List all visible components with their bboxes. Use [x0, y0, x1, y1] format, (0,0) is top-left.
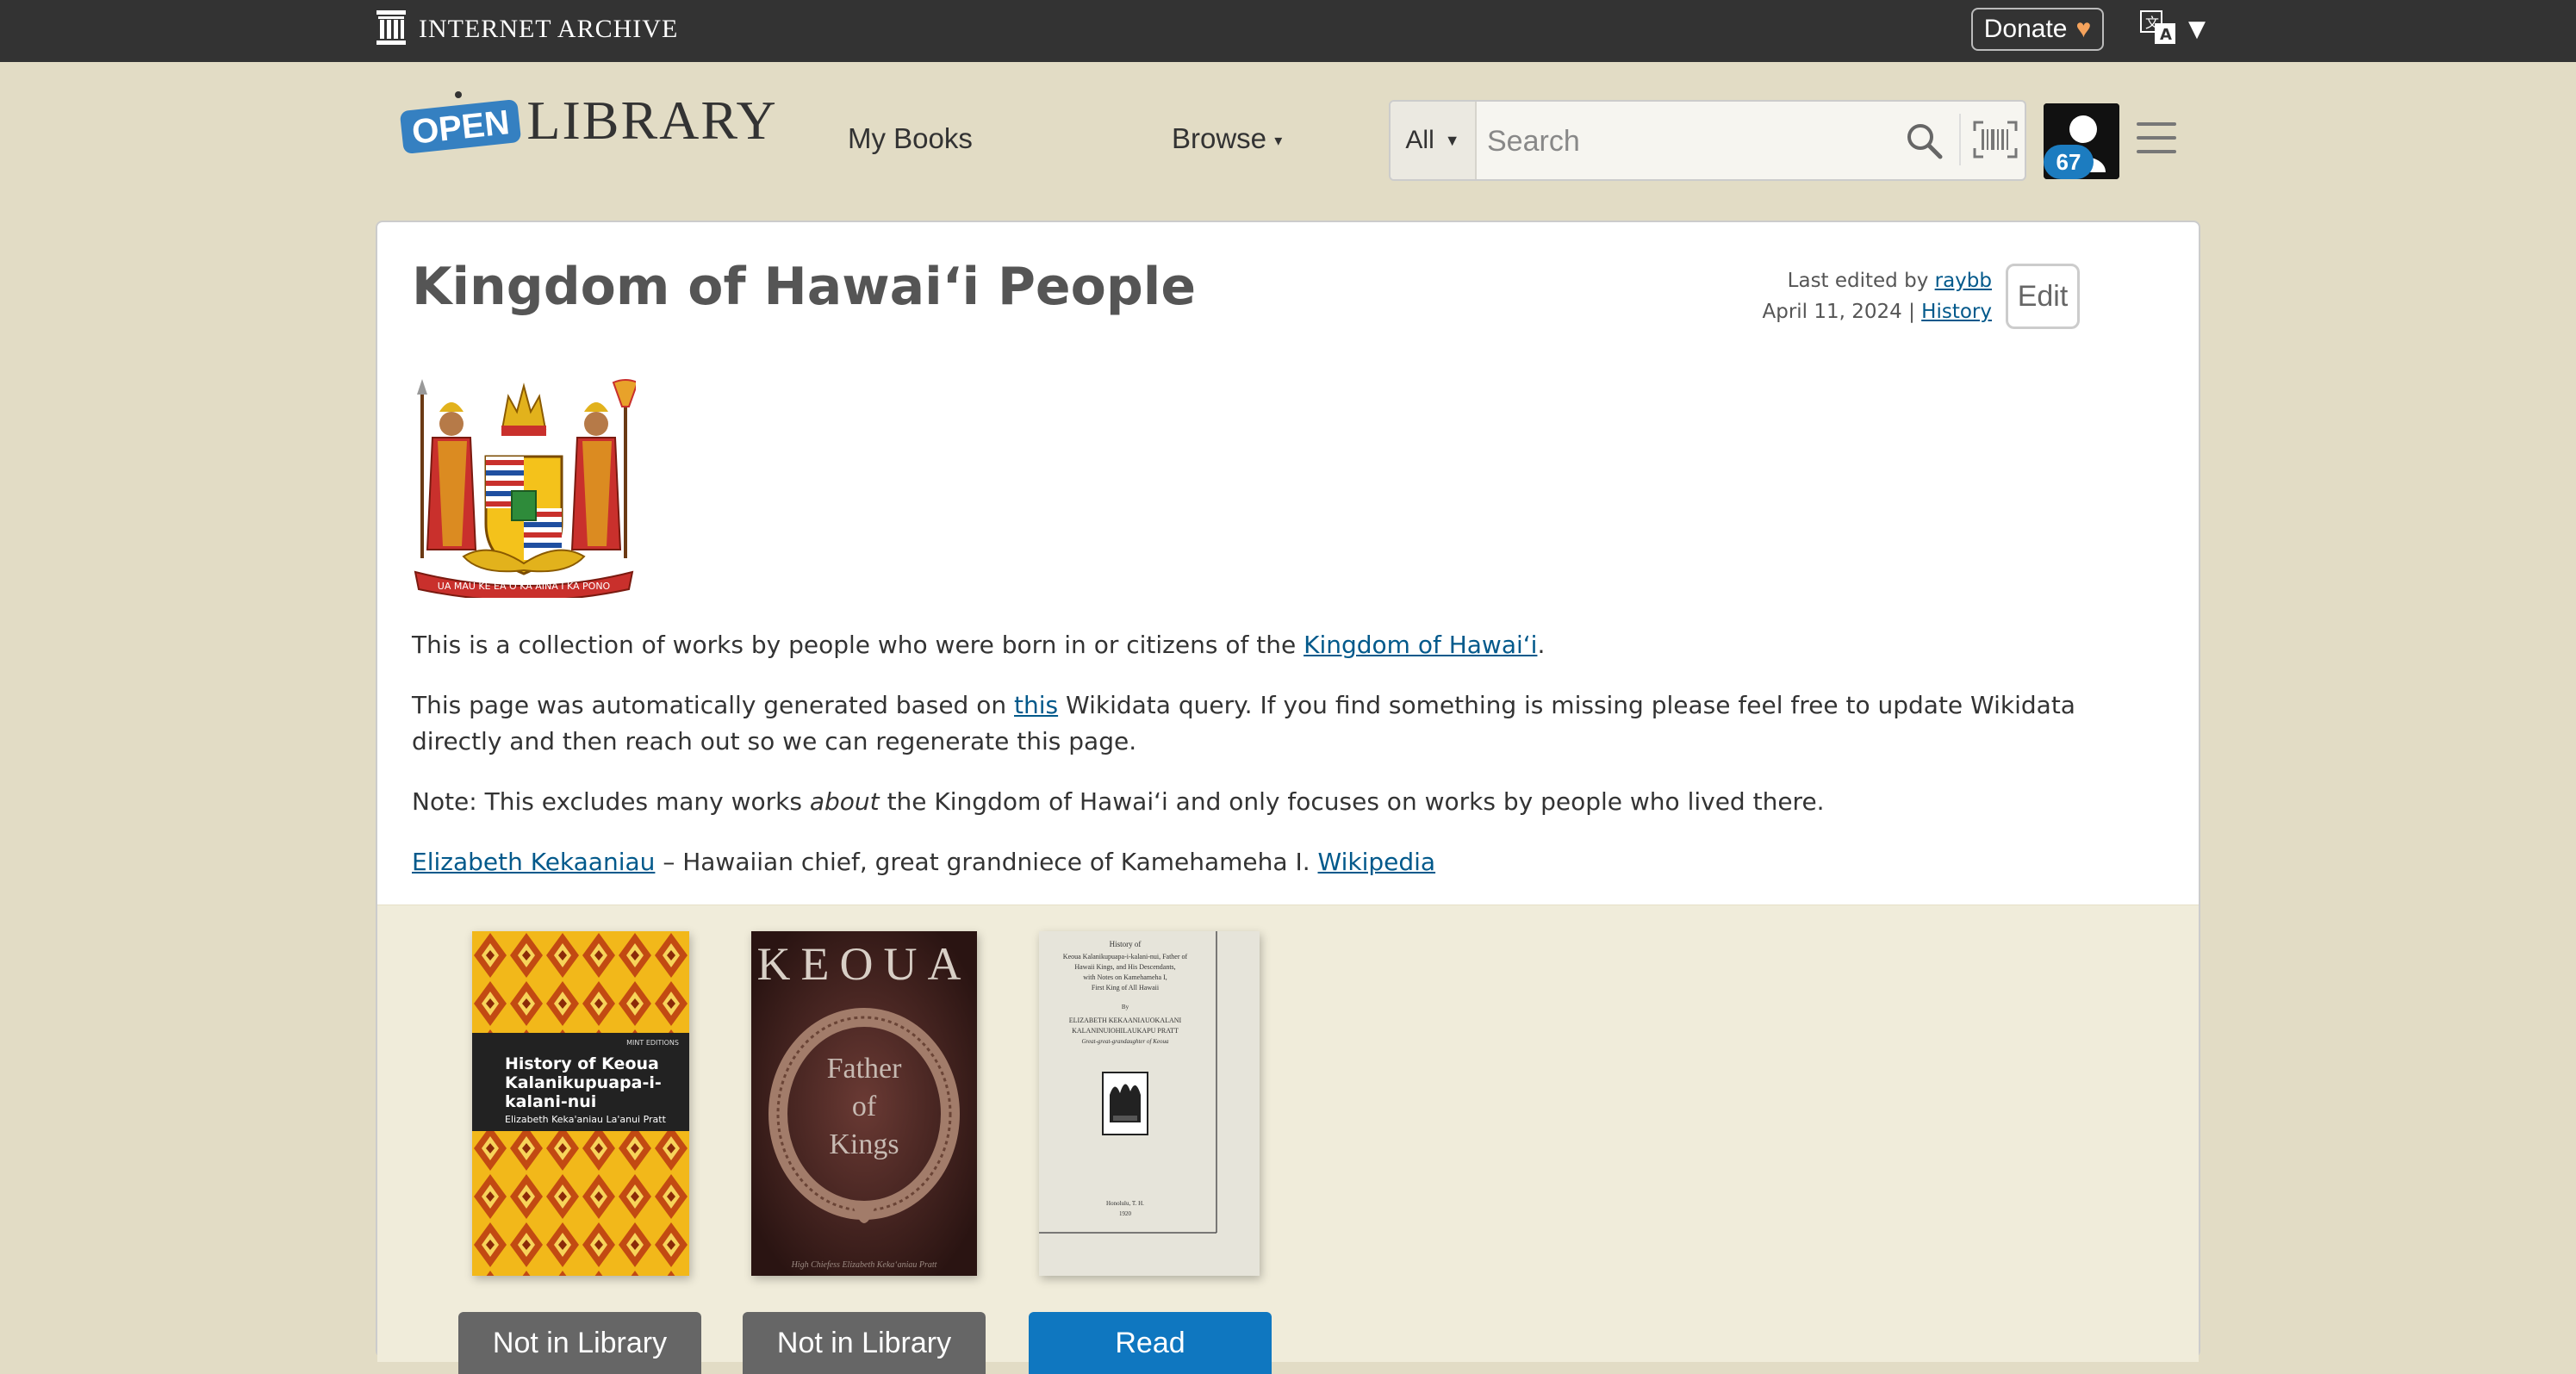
- caret-down-icon: ▾: [1274, 131, 1283, 149]
- last-edited-user-link[interactable]: raybb: [1935, 270, 1992, 292]
- intro-paragraph: This is a collection of works by people …: [412, 627, 2169, 663]
- cover-line1: History of: [1110, 940, 1142, 948]
- cover-line5: First King of All Hawaii: [1092, 984, 1160, 992]
- last-edited-date: April 11, 2024: [1762, 301, 1902, 323]
- internet-archive-label: INTERNET ARCHIVE: [419, 15, 679, 43]
- cover-by: By: [1122, 1004, 1129, 1010]
- book-cover[interactable]: KEOUA Father of Kings High Chiefess Eliz…: [751, 931, 977, 1276]
- note-suffix: the Kingdom of Hawaiʻi and only focuses …: [887, 787, 1825, 816]
- barcode-scanner-icon[interactable]: [1959, 114, 2018, 165]
- language-selector[interactable]: 文 A ▼: [2140, 10, 2206, 48]
- nav-browse-label: Browse: [1172, 122, 1267, 154]
- search-facet-select[interactable]: All ▼: [1391, 102, 1477, 179]
- person-description: – Hawaiian chief, great grandniece of Ka…: [663, 848, 1310, 876]
- archive-temple-icon: [376, 10, 407, 48]
- cover-line3: Hawaii Kings, and His Descendants,: [1074, 963, 1175, 971]
- last-edited-prefix: Last edited by: [1787, 270, 1929, 292]
- note-paragraph: Note: This excludes many works about the…: [412, 784, 2169, 820]
- intro-text: This is a collection of works by people …: [412, 631, 1297, 659]
- edit-metadata: Last edited by raybb April 11, 2024 | Hi…: [1762, 265, 1992, 327]
- nav-my-books[interactable]: My Books: [848, 122, 973, 155]
- cover-line2: of: [852, 1091, 877, 1122]
- cover-header: KEOUA: [757, 938, 972, 990]
- book-card[interactable]: KEOUA Father of Kings High Chiefess Eliz…: [743, 931, 986, 1374]
- open-library-logo[interactable]: OPEN LIBRARY: [399, 90, 778, 155]
- caret-down-icon: ▼: [1444, 131, 1460, 149]
- search-bar: All ▼: [1389, 100, 2026, 181]
- internet-archive-logo[interactable]: INTERNET ARCHIVE: [376, 10, 678, 48]
- history-link[interactable]: History: [1921, 301, 1992, 323]
- svg-text:History of Keoua: History of Keoua: [505, 1054, 659, 1073]
- kingdom-of-hawaii-link[interactable]: Kingdom of Hawaiʻi: [1304, 631, 1537, 659]
- search-icon[interactable]: [1906, 122, 1944, 164]
- cover-relation: Great-great-grandaughter of Keoua: [1082, 1038, 1169, 1045]
- book-card[interactable]: History of Keoua Kalanikupuapa-i-kalani-…: [1029, 931, 1272, 1374]
- edit-button[interactable]: Edit: [2006, 264, 2080, 329]
- donate-label: Donate: [1983, 15, 2068, 43]
- cover-line4: with Notes on Kamehameha I,: [1083, 973, 1167, 981]
- cover-author1: ELIZABETH KEKAANIAUOKALANI: [1069, 1017, 1182, 1024]
- internet-archive-bar: INTERNET ARCHIVE Donate ♥ 文 A ▼: [0, 0, 2576, 62]
- cover-place: Honolulu, T. H.: [1106, 1200, 1144, 1207]
- cover-year: 1920: [1119, 1210, 1132, 1217]
- logo-library: LIBRARY: [526, 90, 778, 151]
- cover-author: Elizabeth Keka'aniau La'anui Pratt: [505, 1114, 667, 1125]
- generated-prefix: This page was automatically generated ba…: [412, 691, 1007, 719]
- note-prefix: Note: This excludes many works: [412, 787, 802, 816]
- not-in-library-button[interactable]: Not in Library: [743, 1312, 986, 1374]
- not-in-library-button[interactable]: Not in Library: [458, 1312, 701, 1374]
- cover-line3: Kings: [829, 1128, 899, 1160]
- wikidata-query-link[interactable]: this: [1014, 691, 1058, 719]
- generated-paragraph: This page was automatically generated ba…: [412, 687, 2169, 760]
- person-link[interactable]: Elizabeth Kekaaniau: [412, 848, 655, 876]
- read-button[interactable]: Read: [1029, 1312, 1272, 1374]
- logo-open: OPEN: [399, 98, 522, 155]
- svg-text:Kalanikupuapa-i-: Kalanikupuapa-i-: [505, 1073, 662, 1092]
- svg-text:kalani-nui: kalani-nui: [505, 1092, 596, 1111]
- translate-icon: 文 A: [2140, 10, 2176, 48]
- page-title: Kingdom of Hawaiʻi People: [412, 257, 1197, 317]
- cover-line2: Keoua Kalanikupuapa-i-kalani-nui, Father…: [1063, 953, 1188, 961]
- notification-badge: 67: [2044, 145, 2094, 179]
- cover-line1: Father: [827, 1053, 903, 1085]
- coat-of-arms-image: UA MAU KE EA O KA AINA I KA PONO: [412, 377, 639, 601]
- cover-edition: MINT EDITIONS: [626, 1039, 679, 1047]
- search-facet-label: All: [1405, 126, 1434, 154]
- cover-footer: High Chiefess Elizabeth Kekaʻaniau Pratt: [791, 1260, 937, 1270]
- heart-icon: ♥: [2075, 15, 2092, 43]
- person-entry: Elizabeth Kekaaniau – Hawaiian chief, gr…: [412, 844, 2169, 880]
- meta-separator: |: [1908, 301, 1915, 323]
- coat-of-arms-motto: UA MAU KE EA O KA AINA I KA PONO: [438, 581, 611, 592]
- nav-browse[interactable]: Browse ▾: [1172, 122, 1282, 155]
- content-card: Kingdom of Hawaiʻi People Last edited by…: [376, 221, 2200, 1374]
- wikipedia-link[interactable]: Wikipedia: [1318, 848, 1436, 876]
- intro-end: .: [1537, 631, 1546, 659]
- note-emphasis: about: [809, 787, 880, 816]
- cover-author2: KALANINUIOHILAUKAPU PRATT: [1072, 1027, 1179, 1035]
- hamburger-icon[interactable]: [2137, 122, 2176, 164]
- caret-down-icon: ▼: [2188, 16, 2206, 42]
- donate-button[interactable]: Donate ♥: [1971, 8, 2104, 51]
- book-cover[interactable]: MINT EDITIONS History of Keoua Kalanikup…: [472, 931, 689, 1276]
- svg-text:A: A: [2160, 26, 2172, 44]
- logo-dot: [455, 91, 462, 98]
- book-cover[interactable]: History of Keoua Kalanikupuapa-i-kalani-…: [1039, 931, 1260, 1276]
- books-carousel: MINT EDITIONS History of Keoua Kalanikup…: [377, 905, 2199, 1374]
- search-input[interactable]: [1485, 117, 1902, 165]
- book-card[interactable]: MINT EDITIONS History of Keoua Kalanikup…: [458, 931, 701, 1374]
